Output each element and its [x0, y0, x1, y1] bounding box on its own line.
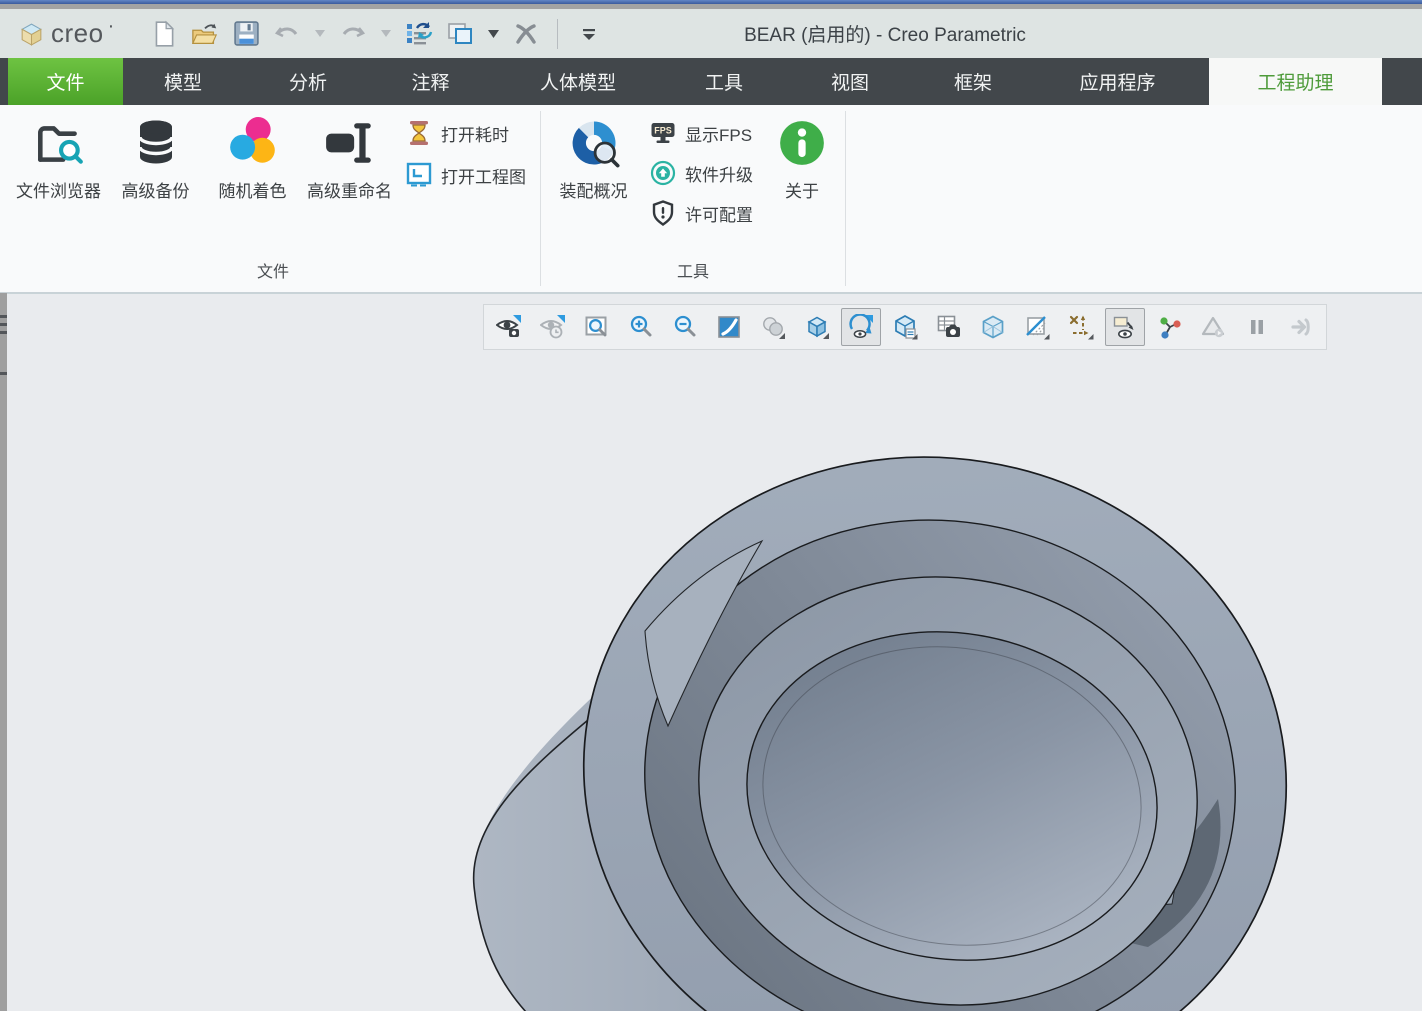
undo-menu-arrow[interactable]: [314, 19, 326, 49]
license-config-button[interactable]: 许可配置: [650, 199, 753, 227]
section-view-button[interactable]: [1015, 307, 1059, 347]
group-separator: [845, 111, 846, 286]
strip-grip: [0, 315, 7, 318]
about-button[interactable]: 关于: [763, 111, 841, 204]
strip-grip: [0, 331, 7, 334]
group-label-file: 文件: [10, 254, 536, 292]
perspective-view-button[interactable]: [883, 307, 927, 347]
strip-grip: [0, 323, 7, 326]
refit-button[interactable]: [575, 307, 619, 347]
file-browser-button[interactable]: 文件浏览器: [10, 111, 107, 204]
rename-icon: [322, 115, 378, 171]
close-button[interactable]: [512, 19, 540, 49]
pie-chart-search-icon: [566, 115, 622, 171]
display-style-button[interactable]: [751, 307, 795, 347]
tab-model[interactable]: 模型: [123, 58, 243, 105]
undo-button[interactable]: [273, 19, 301, 49]
titlebar: creo ·: [0, 9, 1422, 58]
zoom-in-button[interactable]: [619, 307, 663, 347]
strip-grip: [0, 372, 7, 375]
tab-analysis[interactable]: 分析: [243, 58, 373, 105]
repaint-button[interactable]: [707, 307, 751, 347]
graphics-viewport[interactable]: [0, 293, 1422, 1011]
annotation-display-button[interactable]: [1105, 308, 1145, 346]
info-icon: [774, 115, 830, 171]
saved-orientations-button[interactable]: [795, 307, 839, 347]
pause-button[interactable]: [1235, 307, 1279, 347]
show-fps-button[interactable]: FPS 显示FPS: [650, 119, 753, 147]
creo-logo: creo ·: [18, 18, 116, 49]
window-manager-button[interactable]: [446, 19, 474, 49]
window-title: BEAR (启用的) - Creo Parametric: [560, 20, 1210, 47]
graphics-toolbar: [483, 304, 1327, 350]
redo-button[interactable]: [339, 19, 367, 49]
color-circles-icon: [225, 115, 281, 171]
3d-dragger-button[interactable]: [1147, 307, 1191, 347]
ribbon-group-file: 文件浏览器 高级备份 随机着色 高级重命名: [10, 105, 536, 292]
creo-cube-icon: [18, 20, 45, 47]
tab-tools[interactable]: 工具: [668, 58, 780, 105]
quick-access-toolbar: [150, 19, 603, 49]
tab-framework[interactable]: 框架: [920, 58, 1026, 105]
redo-menu-arrow[interactable]: [380, 19, 392, 49]
ribbon-group-tools: 装配概况 FPS 显示FPS 软件升级: [545, 105, 841, 292]
advanced-backup-button[interactable]: 高级备份: [107, 111, 204, 204]
zoom-out-button[interactable]: [663, 307, 707, 347]
qat-separator: [557, 19, 558, 49]
customize-collapse-button[interactable]: [575, 19, 603, 49]
new-file-button[interactable]: [150, 19, 178, 49]
folder-search-icon: [31, 115, 87, 171]
ribbon-tab-bar: 文件 模型 分析 注释 人体模型 工具 视图 框架 应用程序 工程助理: [0, 58, 1422, 105]
ribbon: 文件浏览器 高级备份 随机着色 高级重命名: [0, 105, 1422, 293]
tab-view[interactable]: 视图: [780, 58, 920, 105]
tab-manikin[interactable]: 人体模型: [488, 58, 668, 105]
spin-center-visibility-button[interactable]: [841, 308, 881, 346]
software-upgrade-button[interactable]: 软件升级: [650, 159, 753, 187]
open-file-button[interactable]: [191, 19, 219, 49]
tab-annotate[interactable]: 注释: [373, 58, 488, 105]
resume-button[interactable]: [1279, 307, 1323, 347]
group-separator: [540, 111, 541, 286]
group-label-tools: 工具: [545, 254, 841, 292]
tab-applications[interactable]: 应用程序: [1026, 58, 1209, 105]
fps-monitor-icon: FPS: [650, 120, 676, 146]
advanced-rename-button[interactable]: 高级重命名: [301, 111, 398, 204]
window-manager-menu-arrow[interactable]: [487, 19, 499, 49]
tab-file[interactable]: 文件: [8, 58, 123, 105]
save-button[interactable]: [232, 19, 260, 49]
license-shield-icon: [650, 200, 676, 226]
upgrade-arrow-icon: [650, 160, 676, 186]
regenerate-button[interactable]: [405, 19, 433, 49]
database-icon: [128, 115, 184, 171]
open-time-stats-button[interactable]: 打开耗时: [406, 119, 526, 147]
assembly-overview-button[interactable]: 装配概况: [545, 111, 642, 204]
random-color-button[interactable]: 随机着色: [204, 111, 301, 204]
model-canvas[interactable]: [0, 294, 1422, 1011]
brand-text: creo: [51, 18, 104, 49]
view-manager-button[interactable]: [487, 307, 531, 347]
svg-text:FPS: FPS: [654, 126, 672, 136]
view-previous-button[interactable]: [531, 307, 575, 347]
hourglass-icon: [406, 120, 432, 146]
tab-engineering-assistant[interactable]: 工程助理: [1209, 58, 1382, 105]
datum-display-filters-button[interactable]: [1059, 307, 1103, 347]
open-drawing-button[interactable]: 打开工程图: [406, 161, 526, 189]
capture-snapshot-button[interactable]: [927, 307, 971, 347]
navigator-collapsed-strip[interactable]: [0, 293, 7, 1011]
simulation-play-button[interactable]: [1191, 307, 1235, 347]
transparent-display-button[interactable]: [971, 307, 1015, 347]
brand-mark: ·: [108, 15, 115, 38]
drawing-sheet-icon: [406, 162, 432, 188]
